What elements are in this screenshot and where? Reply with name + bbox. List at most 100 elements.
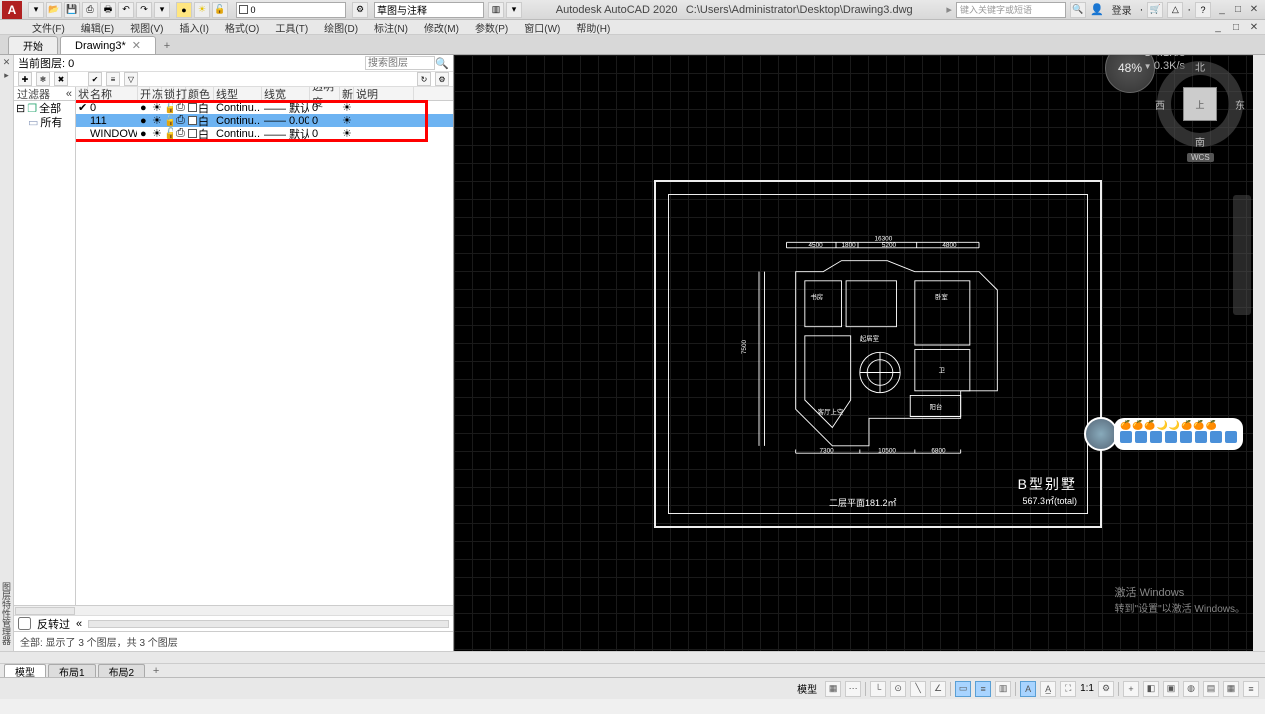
- ws-tool1-icon[interactable]: ▥: [488, 2, 504, 18]
- drawing-canvas[interactable]: 48% ▲ 4.1K/s▼ 0.3K/s 上 北 南 东 西 WCS: [454, 55, 1265, 651]
- layer-cell[interactable]: ⎙: [174, 114, 186, 127]
- assistant-btn-7[interactable]: [1210, 431, 1222, 443]
- layer-search-input[interactable]: [365, 56, 435, 70]
- layer-col-11[interactable]: 说明: [354, 87, 414, 100]
- layer-cell[interactable]: 0: [310, 115, 340, 127]
- layer-col-6[interactable]: 颜色: [186, 87, 214, 100]
- viewcube-wcs[interactable]: WCS: [1187, 153, 1214, 162]
- settings-icon[interactable]: ⚙: [435, 72, 449, 86]
- workspace-dropdown[interactable]: 草图与注释: [374, 2, 484, 18]
- layer-cell[interactable]: 🔓: [162, 127, 174, 140]
- canvas-hscroll[interactable]: [0, 651, 1265, 663]
- new-layer-freeze-icon[interactable]: ❄: [36, 72, 50, 86]
- layer-cell[interactable]: —— 默认: [262, 100, 310, 116]
- qat-redo-icon[interactable]: ↷: [136, 2, 152, 18]
- minimize-button[interactable]: _: [1215, 3, 1229, 17]
- qat-more-icon[interactable]: ▾: [154, 2, 170, 18]
- assistant-widget[interactable]: 🍊🍊🍊🌙🌙🍊🍊🍊: [1084, 417, 1243, 451]
- layout-tab-layout2[interactable]: 布局2: [98, 664, 146, 677]
- viewcube-west[interactable]: 西: [1155, 97, 1165, 112]
- layer-on-icon[interactable]: ☀: [194, 2, 210, 18]
- qat-undo-icon[interactable]: ↶: [118, 2, 134, 18]
- sb-otrack-icon[interactable]: ∠: [930, 681, 946, 697]
- layer-cell[interactable]: ●: [138, 128, 150, 140]
- layer-cell[interactable]: 0: [310, 128, 340, 140]
- doc-restore-button[interactable]: □: [1229, 20, 1243, 34]
- layer-lock-icon[interactable]: 🔓: [212, 2, 228, 18]
- layer-row[interactable]: ✔0●☀🔓⎙白Continu...—— 默认0☀: [76, 101, 453, 114]
- layer-cell[interactable]: Continu...: [214, 102, 262, 114]
- layer-col-10[interactable]: 新: [340, 87, 354, 100]
- palette-close-icon[interactable]: ✕: [3, 57, 11, 68]
- layout-tab-add[interactable]: +: [147, 663, 165, 679]
- qat-saveas-icon[interactable]: ⎙: [82, 2, 98, 18]
- cart-icon[interactable]: 🛒: [1147, 2, 1163, 18]
- menu-window[interactable]: 窗口(W): [516, 20, 568, 35]
- search-icon[interactable]: 🔍: [1070, 2, 1086, 18]
- qat-open-icon[interactable]: 📂: [46, 2, 62, 18]
- qat-save-icon[interactable]: 💾: [64, 2, 80, 18]
- layout-tab-model[interactable]: 模型: [4, 664, 46, 677]
- app-logo[interactable]: A: [2, 1, 22, 19]
- sb-iso-icon[interactable]: ◍: [1183, 681, 1199, 697]
- layer-row[interactable]: WINDOW...●☀🔓⎙白Continu...—— 默认0☀: [76, 127, 453, 140]
- sb-annscale-icon[interactable]: A̲: [1040, 681, 1056, 697]
- menu-modify[interactable]: 修改(M): [416, 20, 467, 35]
- layer-cell[interactable]: ☀: [340, 127, 354, 140]
- assistant-btn-2[interactable]: [1135, 431, 1147, 443]
- menu-file[interactable]: 文件(F): [24, 20, 73, 35]
- palette-pin-icon[interactable]: ▸: [4, 70, 9, 81]
- layer-cell[interactable]: Continu...: [214, 128, 262, 140]
- invert-filter-checkbox[interactable]: [18, 617, 31, 630]
- tab-start[interactable]: 开始: [8, 36, 58, 54]
- layer-cell[interactable]: Continu...: [214, 115, 262, 127]
- sb-lwt-icon[interactable]: ≡: [975, 681, 991, 697]
- doc-close-button[interactable]: ✕: [1247, 20, 1261, 34]
- sb-osnap-icon[interactable]: ╲: [910, 681, 926, 697]
- menu-help[interactable]: 帮助(H): [568, 20, 618, 35]
- layer-props-icon[interactable]: ●: [176, 2, 192, 18]
- layer-col-5[interactable]: 打: [174, 87, 186, 100]
- canvas-vscroll[interactable]: [1253, 55, 1265, 651]
- assistant-btn-8[interactable]: [1225, 431, 1237, 443]
- qat-print-icon[interactable]: 🖶: [100, 2, 116, 18]
- sb-tran-icon[interactable]: ▥: [995, 681, 1011, 697]
- invert-collapse-icon[interactable]: «: [76, 618, 82, 630]
- layer-col-8[interactable]: 线宽: [262, 87, 310, 100]
- layer-cell[interactable]: —— 默认: [262, 126, 310, 142]
- layer-cell[interactable]: WINDOW...: [88, 128, 138, 140]
- layer-cell[interactable]: ☀: [340, 101, 354, 114]
- sb-grid-icon[interactable]: ▦: [825, 681, 841, 697]
- layer-col-4[interactable]: 锁: [162, 87, 174, 100]
- qat-new-icon[interactable]: ▾: [28, 2, 44, 18]
- viewcube[interactable]: 上 北 南 东 西 WCS: [1157, 61, 1243, 147]
- sb-annvis-icon[interactable]: ⛶: [1060, 681, 1076, 697]
- menu-dimension[interactable]: 标注(N): [366, 20, 416, 35]
- login-button[interactable]: 登录: [1108, 2, 1136, 17]
- navigation-bar[interactable]: [1233, 195, 1251, 315]
- help-search-input[interactable]: 键入关键字或短语: [956, 2, 1066, 18]
- layer-cell[interactable]: ☀: [150, 114, 162, 127]
- viewcube-north[interactable]: 北: [1195, 59, 1205, 74]
- filter-collapse-icon[interactable]: «: [66, 88, 72, 100]
- refresh-icon[interactable]: ↻: [417, 72, 431, 86]
- viewcube-face[interactable]: 上: [1183, 87, 1217, 121]
- sb-snap-icon[interactable]: ⋯: [845, 681, 861, 697]
- tab-close-icon[interactable]: ✕: [132, 39, 141, 52]
- layer-search-icon[interactable]: 🔍: [435, 56, 449, 70]
- new-layer-icon[interactable]: ✚: [18, 72, 32, 86]
- layer-cell[interactable]: ☀: [150, 127, 162, 140]
- layer-cell[interactable]: ✔: [76, 101, 88, 114]
- sb-hs-icon[interactable]: ▤: [1203, 681, 1219, 697]
- sb-polar-icon[interactable]: ⊙: [890, 681, 906, 697]
- layer-cell[interactable]: ●: [138, 115, 150, 127]
- viewcube-east[interactable]: 东: [1235, 97, 1245, 112]
- tree-expand-icon[interactable]: ⊟: [16, 102, 25, 115]
- menu-draw[interactable]: 绘图(D): [316, 20, 366, 35]
- layer-states-icon[interactable]: ≡: [106, 72, 120, 86]
- ws-tool2-icon[interactable]: ▾: [506, 2, 522, 18]
- sb-ortho-icon[interactable]: └: [870, 681, 886, 697]
- layer-cell[interactable]: 0: [310, 102, 340, 114]
- sb-ws-icon[interactable]: ◧: [1143, 681, 1159, 697]
- delete-layer-icon[interactable]: ✖: [54, 72, 68, 86]
